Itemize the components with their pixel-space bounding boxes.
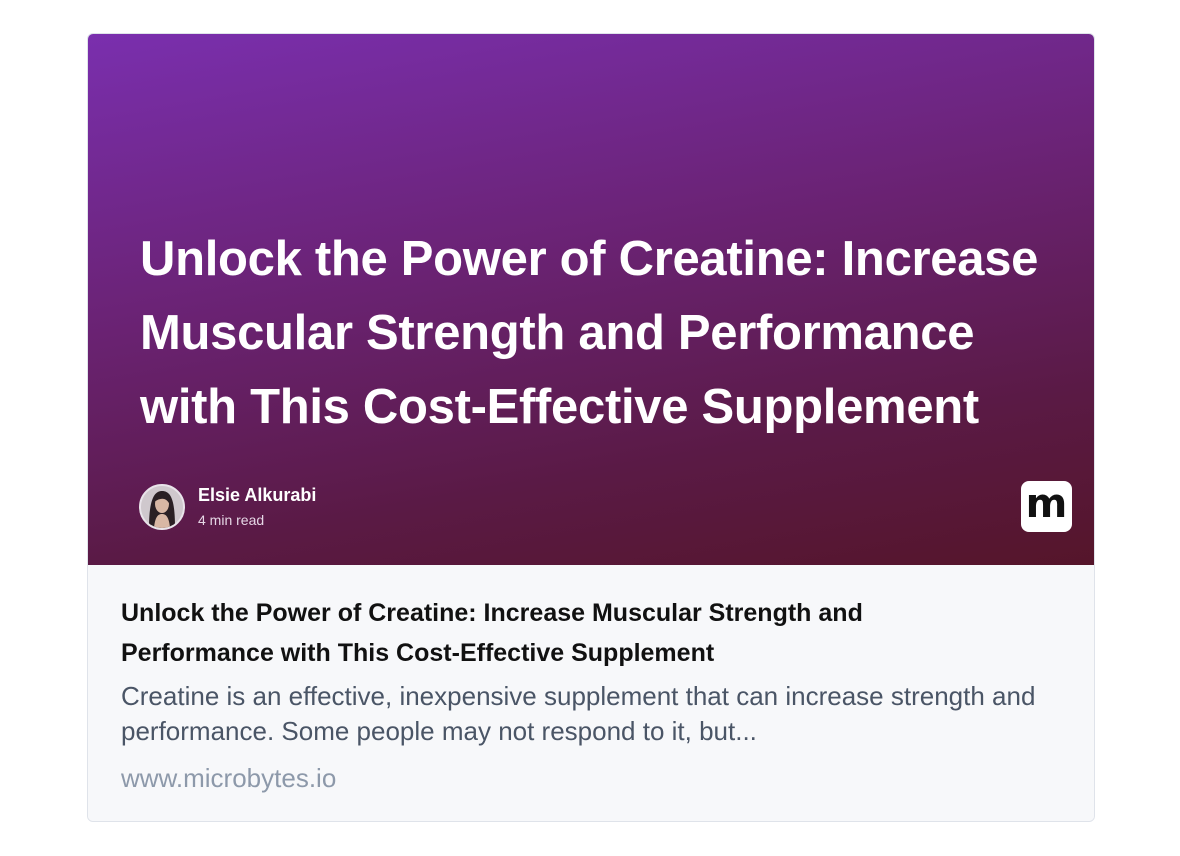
- card-body: Unlock the Power of Creatine: Increase M…: [88, 565, 1094, 821]
- microbytes-logo-icon: m: [1021, 481, 1072, 532]
- author-info: Elsie Alkurabi 4 min read: [139, 481, 316, 533]
- hero-title: Unlock the Power of Creatine: Increase M…: [140, 232, 1039, 434]
- author-name: Elsie Alkurabi: [198, 485, 317, 505]
- card-title[interactable]: Unlock the Power of Creatine: Increase M…: [121, 593, 1021, 673]
- logo-letter: m: [1025, 480, 1068, 527]
- card-description: Creatine is an effective, inexpensive su…: [121, 681, 1036, 746]
- link-preview-card[interactable]: Unlock the Power of Creatine: Increase M…: [87, 33, 1095, 822]
- hero-image: Unlock the Power of Creatine: Increase M…: [88, 34, 1094, 565]
- card-url[interactable]: www.microbytes.io: [121, 761, 336, 796]
- read-time: 4 min read: [198, 512, 265, 528]
- avatar: [139, 484, 185, 530]
